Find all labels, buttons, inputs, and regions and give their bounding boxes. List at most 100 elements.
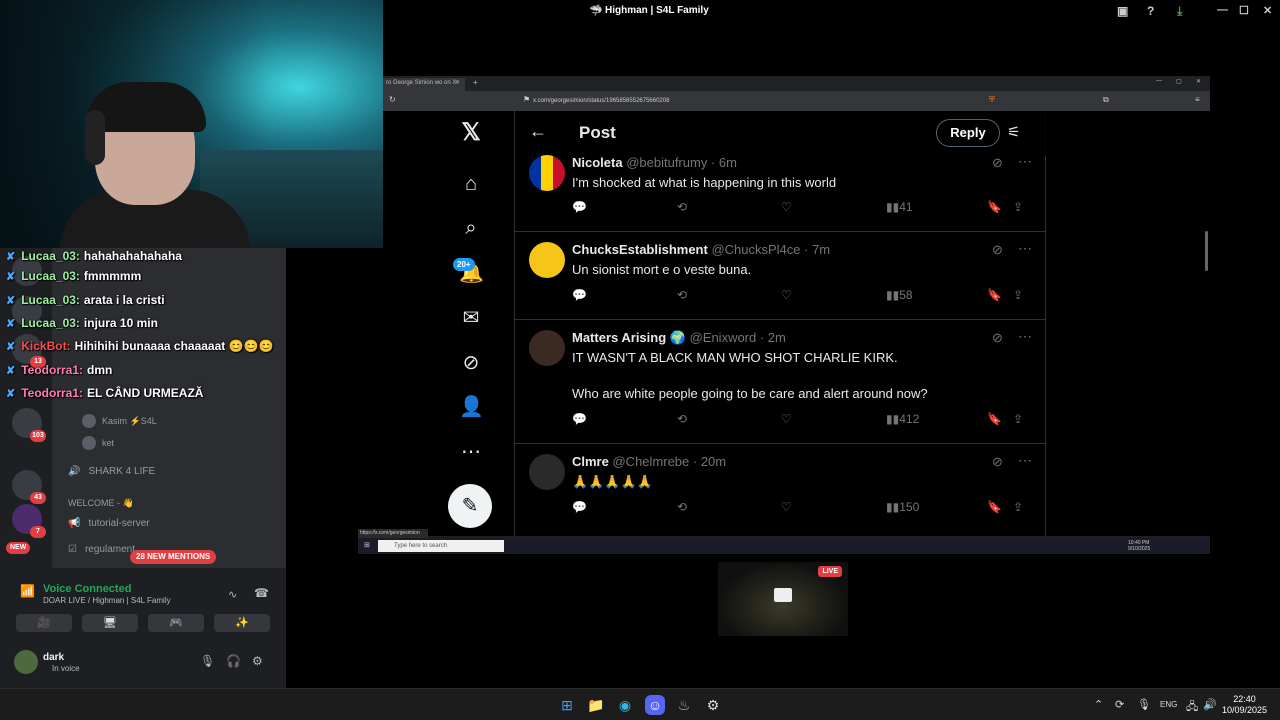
- share-icon[interactable]: ⇪: [1013, 200, 1023, 214]
- share-icon[interactable]: ⇪: [1013, 412, 1023, 426]
- volume-icon[interactable]: 🔊: [1203, 698, 1217, 711]
- file-explorer-icon[interactable]: 📁: [586, 695, 606, 715]
- url-field[interactable]: x.com/georgesimion/status/19658565526756…: [533, 95, 933, 107]
- back-arrow-icon[interactable]: ←: [529, 121, 547, 142]
- reply-icon[interactable]: 💬: [572, 288, 587, 302]
- browser-tab[interactable]: ro George Simion wo on X: [383, 78, 465, 91]
- avatar[interactable]: [529, 330, 565, 366]
- reply-tweet[interactable]: Matters Arising 🌍 @Enixword · 2m IT WASN…: [515, 320, 1046, 444]
- display-name[interactable]: Matters Arising 🌍: [572, 330, 686, 345]
- network-icon[interactable]: 🖧: [1186, 698, 1198, 717]
- like-icon[interactable]: ♡: [781, 200, 792, 214]
- avatar[interactable]: [529, 155, 565, 191]
- more-options-icon[interactable]: ⋯: [1018, 328, 1032, 345]
- share-icon[interactable]: ⇪: [1013, 288, 1023, 302]
- avatar[interactable]: [529, 242, 565, 278]
- chevron-up-icon[interactable]: ⌃: [1094, 698, 1103, 711]
- home-icon[interactable]: ⌂: [459, 172, 483, 196]
- handle-time[interactable]: @ChucksPl4ce · 7m: [711, 242, 830, 257]
- new-pill[interactable]: NEW: [6, 542, 31, 554]
- minimize-button[interactable]: —: [1217, 4, 1228, 16]
- reply-icon[interactable]: 💬: [572, 500, 587, 514]
- language-indicator[interactable]: ENG: [1160, 700, 1177, 709]
- handle-time[interactable]: @Chelmrebe · 20m: [612, 454, 726, 469]
- start-icon[interactable]: ⊞: [364, 541, 370, 549]
- settings-icon[interactable]: ⚙: [703, 695, 723, 715]
- bookmark-icon[interactable]: 🔖: [987, 412, 1002, 426]
- server-icon[interactable]: 7: [12, 504, 46, 538]
- grok-icon[interactable]: ⊘: [992, 242, 1003, 258]
- reply-tweet[interactable]: Clmre @Chelmrebe · 20m 🙏🙏🙏🙏🙏 ⊘ ⋯ 💬 ⟲ ♡ ▮…: [515, 444, 1046, 536]
- like-icon[interactable]: ♡: [781, 500, 792, 514]
- bookmark-icon[interactable]: 🔖: [987, 288, 1002, 302]
- views-icon[interactable]: ▮▮ 58: [886, 288, 913, 302]
- headphones-icon[interactable]: 🎧: [226, 654, 241, 668]
- retweet-icon[interactable]: ⟲: [677, 200, 687, 214]
- avatar[interactable]: [14, 650, 38, 674]
- grok-icon[interactable]: ⊘: [992, 454, 1003, 470]
- disconnect-icon[interactable]: ☎: [254, 586, 269, 600]
- bookmark-icon[interactable]: 🔖: [987, 200, 1002, 214]
- reload-icon[interactable]: ↻: [389, 95, 396, 104]
- brave-shield-icon[interactable]: ⛨: [989, 95, 995, 105]
- voice-channel-name[interactable]: DOAR LIVE / Highman | S4L Family: [43, 596, 171, 605]
- display-name[interactable]: Clmre: [572, 454, 609, 469]
- channel-tutorial[interactable]: 📢 tutorial-server: [68, 518, 150, 529]
- help-icon[interactable]: ?: [1147, 4, 1154, 18]
- channel-reguli[interactable]: ☑ regulament: [68, 544, 135, 555]
- microphone-icon[interactable]: 🎙: [1137, 698, 1151, 711]
- search-icon[interactable]: ⌕: [459, 216, 483, 240]
- more-options-icon[interactable]: ⋯: [1018, 240, 1032, 257]
- new-mentions-pill[interactable]: 28 NEW MENTIONS: [130, 550, 217, 564]
- voice-status[interactable]: Voice Connected: [43, 583, 131, 595]
- noise-suppression-icon[interactable]: ∿: [228, 588, 237, 601]
- username[interactable]: dark: [43, 652, 64, 663]
- bookmark-icon[interactable]: 🔖: [987, 500, 1002, 514]
- scrollbar[interactable]: [1205, 231, 1208, 271]
- steam-icon[interactable]: ♨: [674, 695, 694, 715]
- retweet-icon[interactable]: ⟲: [677, 500, 687, 514]
- discord-icon[interactable]: ☺: [645, 695, 665, 715]
- grok-icon[interactable]: ⊘: [992, 330, 1003, 346]
- edge-icon[interactable]: ◉: [615, 695, 635, 715]
- reply-tweet[interactable]: ChucksEstablishment @ChucksPl4ce · 7m Un…: [515, 232, 1046, 320]
- minimize-button[interactable]: —: [1156, 78, 1162, 84]
- bookmark-icon[interactable]: ⚑: [523, 95, 530, 104]
- retweet-icon[interactable]: ⟲: [677, 412, 687, 426]
- compose-post-button[interactable]: ✎: [448, 484, 492, 528]
- more-icon[interactable]: ⋯: [459, 440, 483, 464]
- close-button[interactable]: ✕: [1196, 78, 1201, 85]
- new-tab-icon[interactable]: +: [473, 78, 478, 87]
- more-options-icon[interactable]: ⋯: [1018, 153, 1032, 170]
- extensions-icon[interactable]: ⧉: [1103, 95, 1109, 105]
- server-icon[interactable]: 43: [12, 470, 46, 504]
- activity-button[interactable]: 🎮: [148, 614, 204, 632]
- menu-icon[interactable]: ≡: [1195, 95, 1200, 104]
- handle-time[interactable]: @bebitufrumy · 6m: [626, 155, 737, 170]
- reply-icon[interactable]: 💬: [572, 412, 587, 426]
- reply-icon[interactable]: 💬: [572, 200, 587, 214]
- voice-member[interactable]: ket: [82, 436, 114, 450]
- profile-icon[interactable]: 👤: [459, 395, 484, 419]
- display-name[interactable]: Nicoleta: [572, 155, 623, 170]
- messages-icon[interactable]: ✉: [459, 306, 483, 330]
- grok-icon[interactable]: ⊘: [992, 155, 1003, 171]
- screen-share-button[interactable]: 🖥: [82, 614, 138, 632]
- x-logo-icon[interactable]: 𝕏: [459, 121, 483, 145]
- maximize-button[interactable]: ▢: [1176, 78, 1182, 85]
- retweet-icon[interactable]: ⟲: [677, 288, 687, 302]
- reply-tweet[interactable]: Nicoleta @bebitufrumy · 6m I'm shocked a…: [515, 153, 1046, 232]
- soundboard-button[interactable]: ✨: [214, 614, 270, 632]
- views-icon[interactable]: ▮▮ 41: [886, 200, 913, 214]
- screen-icon[interactable]: ▣: [1117, 4, 1128, 18]
- category-welcome[interactable]: WELCOME - 👋: [68, 498, 134, 509]
- gear-icon[interactable]: ⚙: [252, 654, 263, 668]
- like-icon[interactable]: ♡: [781, 412, 792, 426]
- close-button[interactable]: ✕: [1263, 4, 1272, 17]
- stream-preview[interactable]: LIVE: [718, 562, 848, 636]
- reply-button[interactable]: Reply: [936, 119, 1000, 147]
- sync-icon[interactable]: ⟳: [1115, 698, 1124, 711]
- grok-icon[interactable]: ⊘: [459, 351, 483, 375]
- share-icon[interactable]: ⇪: [1013, 500, 1023, 514]
- maximize-button[interactable]: ☐: [1239, 4, 1249, 17]
